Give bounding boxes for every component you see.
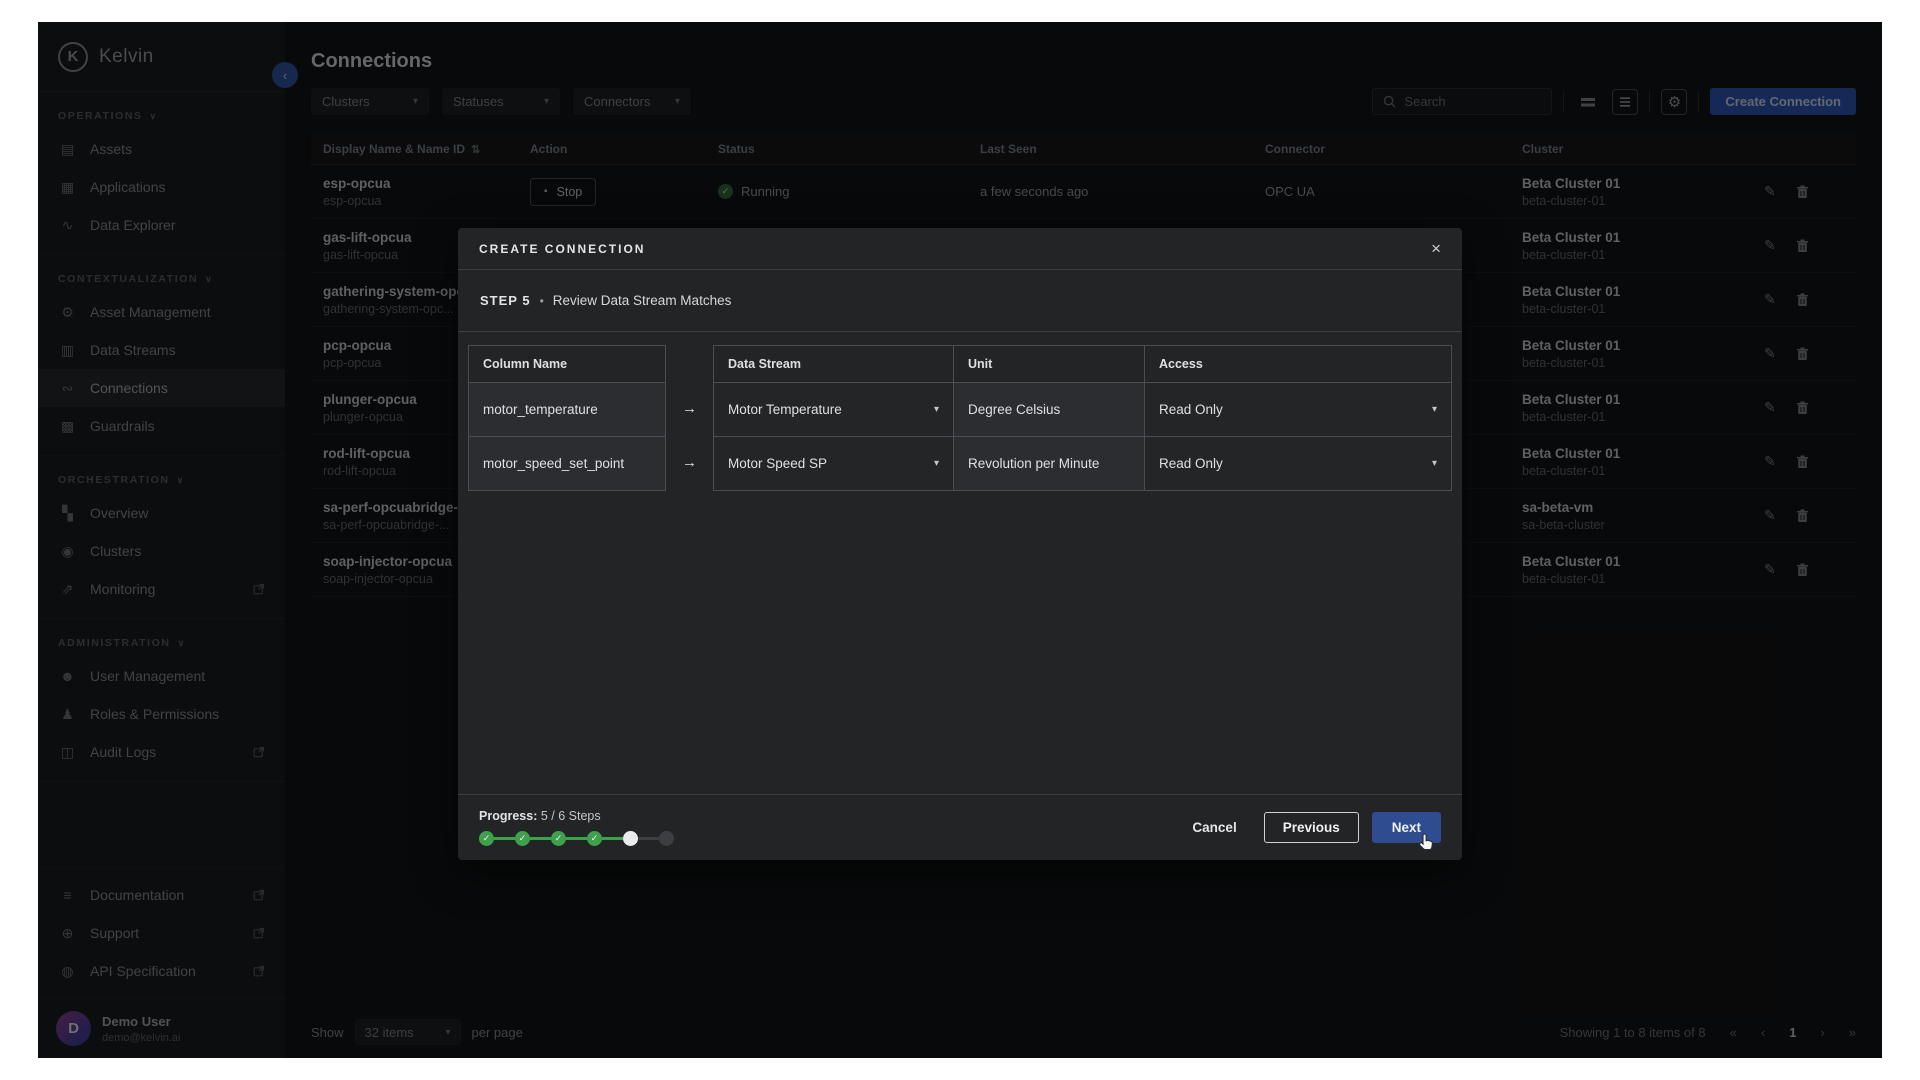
access-header: Access <box>1145 346 1451 382</box>
column-name-table: Column Name motor_temperaturemotor_speed… <box>468 345 666 491</box>
progress-step-1-done: ✓ <box>479 831 494 846</box>
arrow-right-icon: → <box>666 435 713 489</box>
progress-connector <box>566 837 587 840</box>
next-button[interactable]: Next <box>1372 812 1441 843</box>
progress-connector <box>494 837 515 840</box>
progress-step-6-todo <box>659 831 674 846</box>
create-connection-modal: CREATE CONNECTION × STEP 5 • Review Data… <box>458 228 1462 860</box>
data-stream-dropdown[interactable]: Motor Speed SP▾ <box>714 436 954 490</box>
unit-cell: Degree Celsius <box>954 382 1145 436</box>
progress-step-4-done: ✓ <box>587 831 602 846</box>
step-indicator: STEP 5 • Review Data Stream Matches <box>458 270 1462 332</box>
progress-connector <box>602 837 623 840</box>
modal-header: CREATE CONNECTION × <box>458 228 1462 270</box>
progress-step-2-done: ✓ <box>515 831 530 846</box>
chevron-down-icon: ▾ <box>934 458 939 469</box>
mapping-arrows: →→ <box>666 345 713 489</box>
arrow-right-icon: → <box>666 381 713 435</box>
data-stream-header: Data Stream <box>714 346 954 382</box>
access-dropdown[interactable]: Read Only▾ <box>1145 382 1451 436</box>
chevron-down-icon: ▾ <box>934 404 939 415</box>
progress-connector <box>530 837 551 840</box>
access-dropdown[interactable]: Read Only▾ <box>1145 436 1451 490</box>
progress-label: Progress: 5 / 6 Steps <box>479 809 674 823</box>
progress-connector <box>638 837 659 840</box>
chevron-down-icon: ▾ <box>1432 458 1437 469</box>
step-label: STEP 5 <box>480 293 531 308</box>
cancel-button[interactable]: Cancel <box>1178 820 1250 835</box>
modal-title: CREATE CONNECTION <box>479 242 645 256</box>
step-bullet: • <box>540 294 544 308</box>
unit-header: Unit <box>954 346 1145 382</box>
mapping-column-name-cell: motor_temperature <box>469 382 665 436</box>
progress-step-3-done: ✓ <box>551 831 566 846</box>
mapping-column-name-cell: motor_speed_set_point <box>469 436 665 490</box>
hand-cursor-icon <box>1416 832 1437 853</box>
modal-footer: Progress: 5 / 6 Steps ✓ ✓ ✓ ✓ Cancel Previo… <box>458 794 1462 860</box>
progress-step-5-current <box>623 831 638 846</box>
previous-button[interactable]: Previous <box>1264 812 1359 843</box>
close-icon[interactable]: × <box>1431 240 1441 257</box>
chevron-down-icon: ▾ <box>1432 404 1437 415</box>
data-stream-dropdown[interactable]: Motor Temperature▾ <box>714 382 954 436</box>
modal-body: Column Name motor_temperaturemotor_speed… <box>458 332 1462 794</box>
column-name-header: Column Name <box>469 346 665 382</box>
unit-cell: Revolution per Minute <box>954 436 1145 490</box>
step-name: Review Data Stream Matches <box>553 293 732 308</box>
data-stream-table: Data Stream Unit Access Motor Temperatur… <box>713 345 1452 491</box>
progress-block: Progress: 5 / 6 Steps ✓ ✓ ✓ ✓ <box>479 809 674 846</box>
progress-steps: ✓ ✓ ✓ ✓ <box>479 831 674 846</box>
